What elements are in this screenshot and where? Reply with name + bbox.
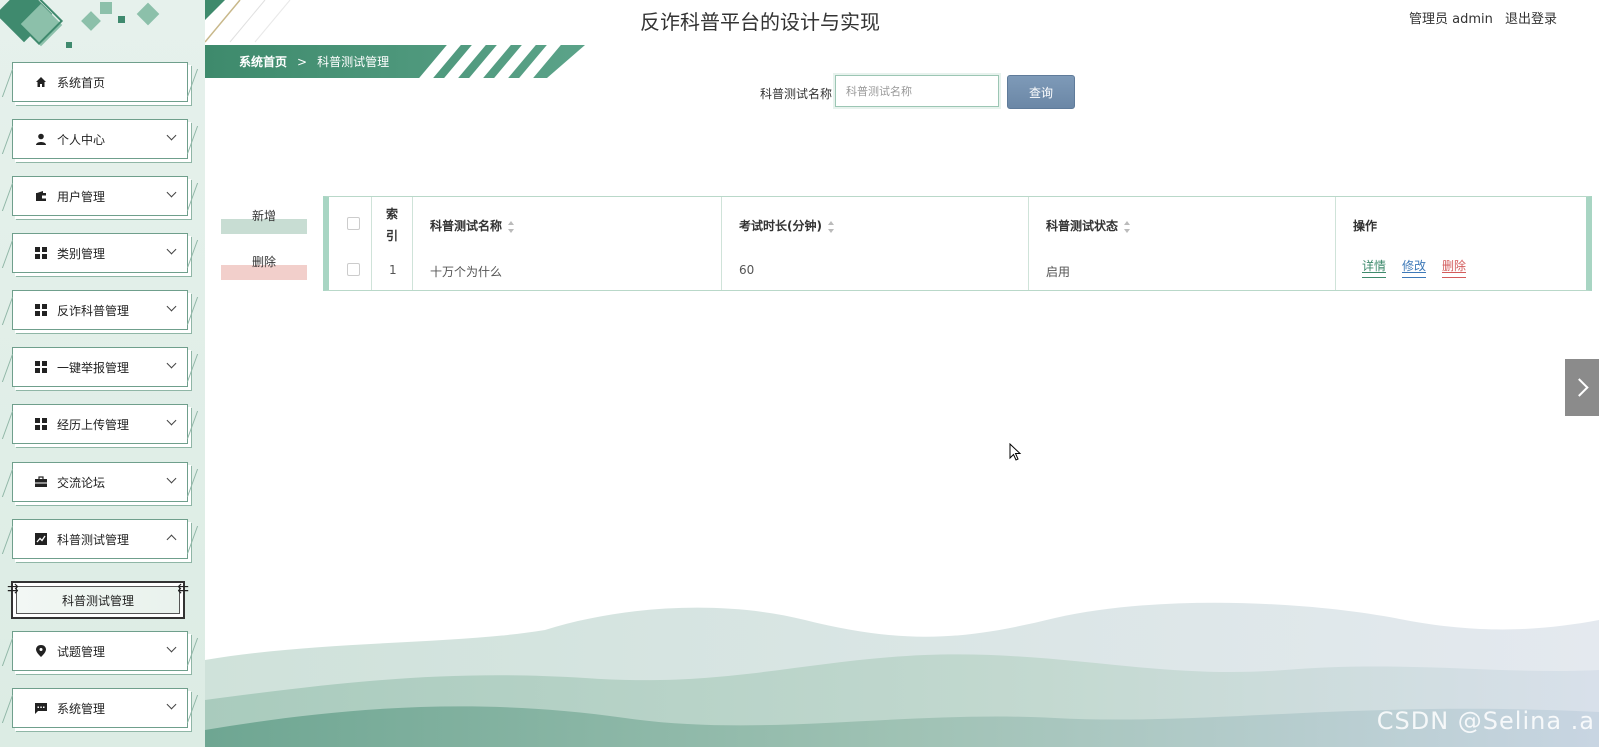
- sidebar-item-report[interactable]: 一键举报管理: [12, 347, 188, 387]
- chevron-down-icon: [166, 473, 177, 484]
- sidebar-item-category[interactable]: 类别管理: [12, 233, 188, 273]
- sidebar-item-questions[interactable]: 试题管理: [12, 631, 188, 671]
- chevron-up-icon: [166, 534, 177, 545]
- cell-duration: 60: [739, 263, 755, 277]
- sidebar-item-profile[interactable]: 个人中心: [12, 119, 188, 159]
- add-button[interactable]: 新增: [221, 204, 307, 234]
- header-status-label: 科普测试状态: [1046, 219, 1119, 233]
- sidebar-item-label: 经历上传管理: [57, 417, 130, 432]
- edit-link[interactable]: 修改: [1402, 257, 1427, 278]
- sidebar-item-label: 反诈科普管理: [57, 303, 130, 318]
- sidebar: 系统首页 个人中心 用户管理 类别管理 反诈科普管理 一键举报管理 经历上传管理…: [0, 0, 205, 747]
- column-status: [1029, 197, 1336, 290]
- breadcrumb-current: 科普测试管理: [317, 55, 390, 69]
- sidebar-item-experience[interactable]: 经历上传管理: [12, 404, 188, 444]
- header-status[interactable]: 科普测试状态: [1046, 217, 1131, 234]
- logo-decoration: [100, 2, 112, 14]
- header-duration-label: 考试时长(分钟): [739, 219, 822, 233]
- sidebar-item-label: 个人中心: [57, 132, 106, 147]
- sidebar-item-label: 一键举报管理: [57, 360, 130, 375]
- sidebar-item-label: 系统管理: [57, 701, 106, 716]
- chevron-down-icon: [166, 187, 177, 198]
- message-icon: [35, 702, 47, 714]
- sidebar-item-label: 科普测试管理: [57, 532, 130, 547]
- search-label: 科普测试名称: [760, 87, 833, 101]
- watermark: CSDN @Selina .a: [1376, 707, 1595, 735]
- detail-link[interactable]: 详情: [1362, 257, 1387, 278]
- sort-icon[interactable]: [827, 220, 835, 233]
- pin-icon: [35, 645, 47, 657]
- user-icon: [35, 133, 47, 145]
- search-button[interactable]: 查询: [1007, 75, 1075, 109]
- sort-icon[interactable]: [1124, 220, 1131, 233]
- chart-icon: [35, 533, 47, 545]
- sidebar-item-users[interactable]: 用户管理: [12, 176, 188, 216]
- arrow-right-icon: ⇉: [7, 581, 19, 597]
- mouse-cursor-icon: [1009, 443, 1022, 461]
- chevron-down-icon: [166, 415, 177, 426]
- sidebar-subitem-label: 科普测试管理: [61, 593, 134, 608]
- column-checkbox: [329, 197, 372, 290]
- cell-index: 1: [389, 263, 397, 277]
- wallet-icon: [35, 190, 47, 202]
- grid-icon: [35, 304, 47, 316]
- select-all-checkbox[interactable]: [347, 217, 360, 230]
- sidebar-item-forum[interactable]: 交流论坛: [12, 462, 188, 502]
- delete-button[interactable]: 删除: [221, 250, 307, 280]
- cell-name: 十万个为什么: [430, 265, 503, 279]
- sidebar-item-label: 系统首页: [57, 75, 106, 90]
- user-role: 管理员 admin: [1408, 12, 1493, 27]
- chevron-down-icon: [166, 130, 177, 141]
- breadcrumb-separator: >: [297, 54, 308, 69]
- logo-decoration: [81, 11, 101, 31]
- top-corner-decoration: [205, 0, 291, 43]
- sidebar-item-system[interactable]: 系统管理: [12, 688, 188, 728]
- row-checkbox[interactable]: [347, 263, 360, 276]
- header-index: 索引: [386, 207, 399, 243]
- chevron-down-icon: [166, 699, 177, 710]
- search-input[interactable]: 科普测试名称: [833, 73, 1001, 109]
- delete-link[interactable]: 删除: [1442, 257, 1467, 278]
- arrow-left-icon: ⇇: [177, 581, 189, 597]
- sidebar-item-test[interactable]: 科普测试管理: [12, 519, 188, 559]
- chevron-down-icon: [166, 244, 177, 255]
- sidebar-item-home[interactable]: 系统首页: [12, 62, 188, 102]
- grid-icon: [35, 418, 47, 430]
- chevron-down-icon: [166, 642, 177, 653]
- home-icon: [35, 76, 47, 88]
- logo-decoration: [66, 42, 72, 48]
- sidebar-item-label: 用户管理: [57, 189, 106, 204]
- cell-status: 启用: [1046, 265, 1071, 279]
- grid-icon: [35, 361, 47, 373]
- sidebar-item-anti-fraud[interactable]: 反诈科普管理: [12, 290, 188, 330]
- header-duration[interactable]: 考试时长(分钟): [739, 217, 835, 234]
- sidebar-item-label: 交流论坛: [57, 475, 106, 490]
- user-area: 管理员 admin 退出登录: [1401, 8, 1557, 27]
- chevron-right-icon[interactable]: [1565, 359, 1599, 416]
- logout-link[interactable]: 退出登录: [1505, 12, 1557, 27]
- header-name[interactable]: 科普测试名称: [430, 217, 515, 234]
- header-actions: 操作: [1353, 219, 1378, 233]
- chevron-down-icon: [166, 301, 177, 312]
- data-table: 索引 科普测试名称 考试时长(分钟) 科普测试状态 操作 1 十万个为什么 60…: [323, 196, 1592, 291]
- grid-icon: [35, 247, 47, 259]
- breadcrumb-home[interactable]: 系统首页: [239, 53, 287, 70]
- logo-decoration: [118, 16, 125, 23]
- sort-icon[interactable]: [508, 220, 515, 233]
- logo-decoration: [136, 2, 160, 26]
- chevron-down-icon: [166, 358, 177, 369]
- sidebar-item-label: 试题管理: [57, 644, 106, 659]
- header-name-label: 科普测试名称: [430, 219, 503, 233]
- sidebar-subitem-test-management[interactable]: ⇉ 科普测试管理 ⇇: [7, 581, 189, 619]
- briefcase-icon: [35, 476, 47, 488]
- page-title: 反诈科普平台的设计与实现: [640, 10, 880, 34]
- sidebar-item-label: 类别管理: [57, 246, 106, 261]
- column-duration: [722, 197, 1029, 290]
